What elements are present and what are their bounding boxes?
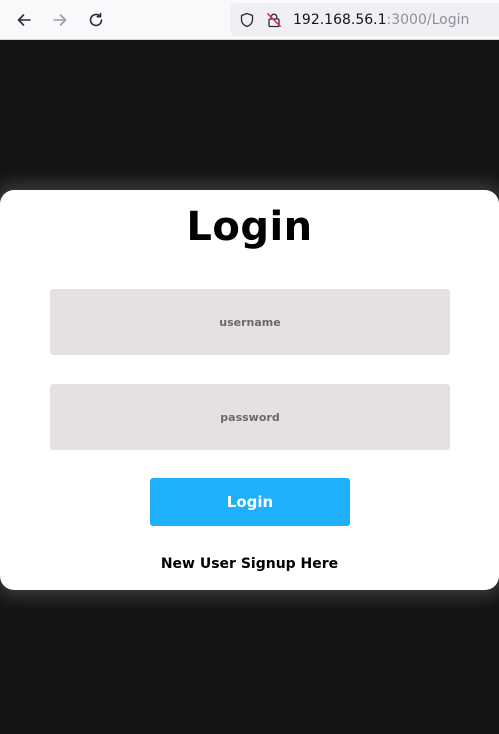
page-title: Login bbox=[186, 204, 313, 250]
insecure-lock-icon[interactable] bbox=[265, 11, 283, 29]
arrow-left-icon bbox=[17, 14, 31, 26]
arrow-right-icon bbox=[53, 14, 67, 26]
reload-icon bbox=[89, 12, 103, 27]
login-button[interactable]: Login bbox=[150, 478, 350, 526]
signup-link[interactable]: New User Signup Here bbox=[0, 556, 499, 572]
reload-button[interactable] bbox=[82, 6, 110, 34]
page-viewport: Login Login New User Signup Here bbox=[0, 40, 499, 734]
address-bar[interactable]: 192.168.56.1:3000/Login bbox=[230, 3, 499, 36]
username-input[interactable] bbox=[50, 289, 450, 355]
password-input[interactable] bbox=[50, 384, 450, 450]
back-button[interactable] bbox=[10, 6, 38, 34]
forward-button[interactable] bbox=[46, 6, 74, 34]
browser-toolbar: 192.168.56.1:3000/Login bbox=[0, 0, 499, 40]
url-text[interactable]: 192.168.56.1:3000/Login bbox=[293, 11, 469, 29]
shield-icon[interactable] bbox=[238, 11, 256, 29]
login-card: Login Login New User Signup Here bbox=[0, 190, 499, 590]
url-path: :3000/Login bbox=[386, 12, 470, 28]
url-host: 192.168.56.1 bbox=[293, 12, 387, 28]
